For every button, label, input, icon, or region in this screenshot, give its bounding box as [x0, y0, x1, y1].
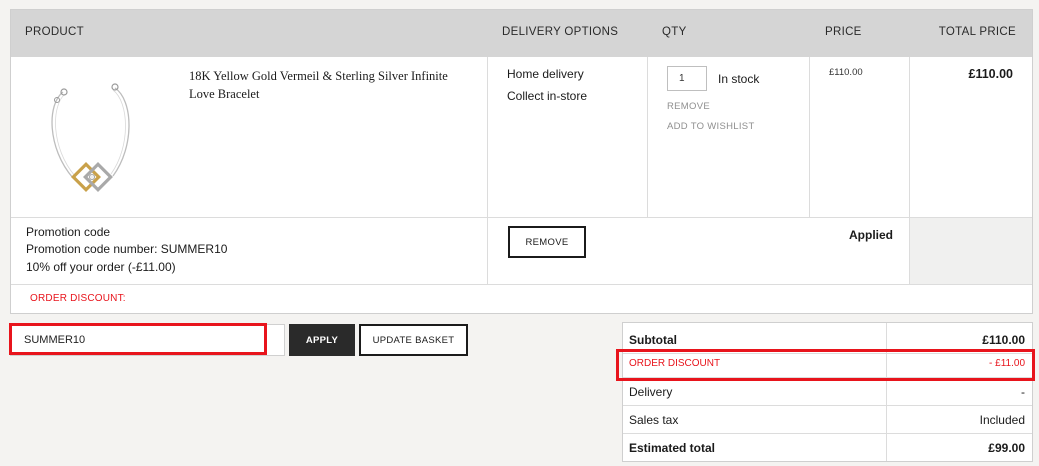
divider — [11, 217, 1032, 218]
order-summary: Subtotal £110.00 ORDER DISCOUNT - £11.00… — [622, 322, 1033, 462]
divider — [487, 57, 488, 217]
subtotal-value: £110.00 — [982, 333, 1025, 347]
remove-promo-button[interactable]: REMOVE — [508, 226, 586, 258]
estimated-total-value: £99.00 — [988, 441, 1025, 455]
divider — [886, 323, 887, 461]
product-image[interactable] — [33, 70, 149, 206]
table-header: PRODUCT DELIVERY OPTIONS QTY PRICE TOTAL… — [11, 10, 1032, 57]
unit-price: £110.00 — [829, 67, 863, 78]
order-discount-label: ORDER DISCOUNT: — [30, 293, 126, 304]
summary-discount-value: - £11.00 — [989, 358, 1025, 369]
estimated-total-label: Estimated total — [629, 441, 716, 455]
header-qty: QTY — [662, 26, 687, 38]
divider — [623, 353, 1032, 354]
divider — [623, 377, 1032, 378]
stock-status: In stock — [718, 72, 760, 86]
promotion-title: Promotion code — [26, 225, 111, 239]
promotion-description: 10% off your order (-£11.00) — [26, 260, 176, 274]
update-basket-button[interactable]: UPDATE BASKET — [359, 324, 468, 356]
promo-code-input[interactable] — [14, 328, 272, 352]
header-delivery-options: DELIVERY OPTIONS — [502, 26, 619, 38]
sales-tax-label: Sales tax — [629, 413, 679, 427]
promo-applied-status: Applied — [849, 228, 893, 242]
add-to-wishlist-link[interactable]: ADD TO WISHLIST — [667, 121, 755, 132]
quantity-input[interactable] — [667, 66, 707, 91]
sales-tax-value: Included — [979, 413, 1025, 427]
summary-discount-label: ORDER DISCOUNT — [629, 358, 721, 369]
basket-table: PRODUCT DELIVERY OPTIONS QTY PRICE TOTAL… — [10, 9, 1033, 314]
delivery-label: Delivery — [629, 385, 673, 399]
apply-button[interactable]: APPLY — [289, 324, 355, 356]
promotion-code-number: Promotion code number: SUMMER10 — [26, 242, 228, 256]
divider — [623, 433, 1032, 434]
divider — [11, 284, 1032, 285]
divider — [909, 57, 910, 217]
header-total-price: TOTAL PRICE — [938, 26, 1016, 38]
product-name-link[interactable]: 18K Yellow Gold Vermeil & Sterling Silve… — [189, 67, 461, 103]
promo-empty-cell — [910, 218, 1032, 284]
line-total-price: £110.00 — [968, 67, 1014, 81]
delivery-value: - — [1021, 385, 1025, 399]
subtotal-label: Subtotal — [629, 333, 677, 347]
divider — [647, 57, 648, 217]
delivery-option-home[interactable]: Home delivery — [507, 67, 584, 81]
header-price: PRICE — [825, 26, 862, 38]
divider — [487, 217, 488, 284]
delivery-option-collect[interactable]: Collect in-store — [507, 89, 587, 103]
divider — [623, 405, 1032, 406]
divider — [809, 57, 810, 217]
header-product: PRODUCT — [25, 26, 84, 38]
remove-item-link[interactable]: REMOVE — [667, 101, 710, 112]
bracelet-image — [51, 83, 130, 192]
